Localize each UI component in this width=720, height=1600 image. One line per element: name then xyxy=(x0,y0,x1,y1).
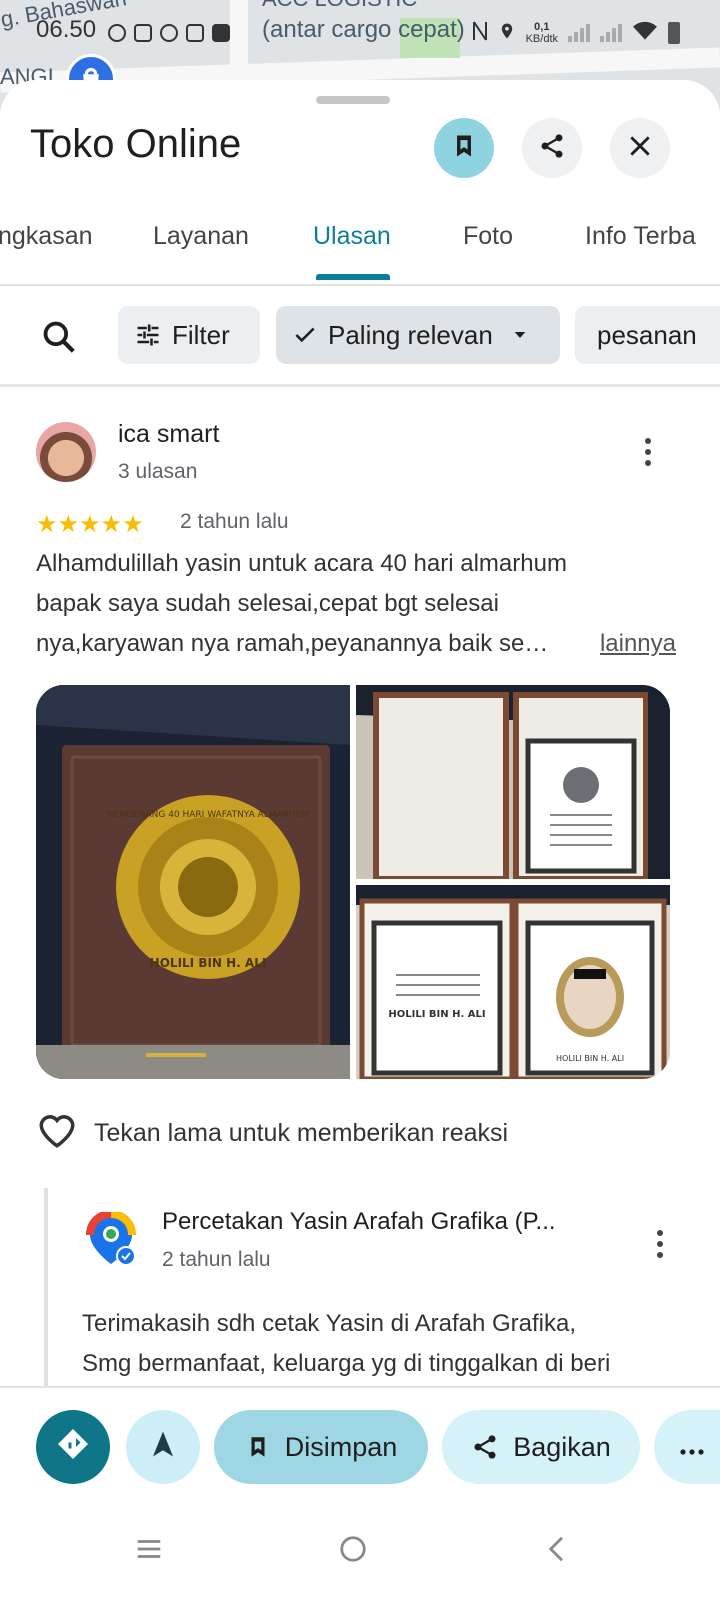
tab-layanan[interactable]: Layanan xyxy=(153,222,249,251)
review-date: 2 tahun lalu xyxy=(180,510,289,533)
owner-reply-date: 2 tahun lalu xyxy=(162,1248,271,1271)
review-photos: MENGENANG 40 HARI WAFATNYA ALMARHUM HOLI… xyxy=(36,685,670,1079)
dropdown-arrow-icon xyxy=(511,326,529,344)
bottom-action-bar: Disimpan Bagikan xyxy=(0,1386,720,1600)
read-more-link[interactable]: lainnya xyxy=(600,624,676,664)
divider xyxy=(0,384,720,387)
bookmark-icon xyxy=(450,132,478,165)
wifi-icon xyxy=(632,20,658,45)
review-text-line: nya,karyawan nya ramah,peyanannya baik s… xyxy=(36,630,549,657)
saved-button[interactable]: Disimpan xyxy=(214,1410,428,1484)
share-icon xyxy=(471,1433,499,1461)
system-nav-bar xyxy=(0,1520,720,1580)
filter-chip[interactable]: Filter xyxy=(118,306,260,364)
review-photo[interactable]: MENGENANG 40 HARI WAFATNYA ALMARHUM HOLI… xyxy=(36,685,350,1079)
screen-icon xyxy=(186,24,204,42)
review-text-line: bapak saya sudah selesai,cepat bgt seles… xyxy=(36,590,499,617)
filter-label: Filter xyxy=(172,319,230,350)
signal-icon xyxy=(600,23,622,42)
topic-chip-label: pesanan xyxy=(597,319,697,350)
status-bar: 06.50 0,1 KB/dtk xyxy=(0,10,720,54)
owner-reply-text-line: Smg bermanfaat, keluarga yg di tinggalka… xyxy=(82,1350,611,1377)
nfc-icon xyxy=(472,20,488,45)
tab-info[interactable]: Info Terba xyxy=(585,222,696,251)
sort-dropdown[interactable]: Paling relevan xyxy=(276,306,560,364)
heart-icon[interactable] xyxy=(36,1110,78,1157)
back-icon[interactable] xyxy=(542,1534,572,1569)
save-button[interactable] xyxy=(434,118,494,178)
star-rating: ★★★★★ xyxy=(36,511,144,538)
directions-icon xyxy=(55,1426,91,1469)
app-icon xyxy=(134,24,152,42)
share-label: Bagikan xyxy=(513,1431,611,1462)
navigation-arrow-icon xyxy=(148,1429,178,1466)
recent-apps-icon[interactable] xyxy=(134,1534,164,1569)
photo-cover-text: HOLILI BIN H. ALI xyxy=(150,956,267,970)
photo-page-text: HOLILI BIN H. ALI xyxy=(556,1054,624,1063)
directions-button[interactable] xyxy=(36,1410,110,1484)
openai-icon xyxy=(160,24,178,42)
close-button[interactable] xyxy=(610,118,670,178)
more-horizontal-icon xyxy=(680,1432,704,1463)
topic-chip[interactable]: pesanan xyxy=(575,306,720,364)
tab-ringkasan[interactable]: ngkasan xyxy=(0,222,93,251)
battery-icon xyxy=(668,21,680,44)
reviewer-review-count: 3 ulasan xyxy=(118,460,198,483)
tab-indicator xyxy=(316,274,390,280)
close-icon xyxy=(627,133,653,164)
place-sheet: Toko Online ngkasan Layanan Ulasan Foto … xyxy=(0,80,720,1600)
reviewer-avatar[interactable] xyxy=(36,422,96,482)
review-text: Alhamdulillah yasin untuk acara 40 hari … xyxy=(36,544,676,664)
share-icon xyxy=(538,132,566,165)
place-title: Toko Online xyxy=(30,122,242,166)
status-right: 0,1 KB/dtk xyxy=(472,20,680,45)
search-reviews-button[interactable] xyxy=(40,318,78,361)
owner-reply-text: Terimakasih sdh cetak Yasin di Arafah Gr… xyxy=(82,1304,702,1384)
google-maps-business-icon xyxy=(84,1210,138,1266)
location-icon xyxy=(498,20,516,45)
photo-cover-text: MENGENANG 40 HARI WAFATNYA ALMARHUM xyxy=(106,810,310,820)
tune-icon xyxy=(134,321,162,349)
net-speed-value: 0,1 xyxy=(534,20,550,33)
tab-foto[interactable]: Foto xyxy=(463,222,513,251)
owner-reply-text-line: Terimakasih sdh cetak Yasin di Arafah Gr… xyxy=(82,1310,577,1337)
owner-name[interactable]: Percetakan Yasin Arafah Grafika (P... xyxy=(162,1208,556,1236)
message-icon xyxy=(212,24,230,42)
reviewer-name[interactable]: ica smart xyxy=(118,420,219,449)
sort-label: Paling relevan xyxy=(328,319,493,350)
review-photo[interactable]: HOLILI BIN H. ALI HOLILI BIN H. ALI xyxy=(356,885,670,1079)
review-photo[interactable] xyxy=(356,685,670,879)
react-hint-text: Tekan lama untuk memberikan reaksi xyxy=(94,1119,509,1147)
photo-page-text: HOLILI BIN H. ALI xyxy=(388,1009,485,1020)
review-text-line: Alhamdulillah yasin untuk acara 40 hari … xyxy=(36,550,567,577)
home-icon[interactable] xyxy=(338,1534,368,1569)
net-speed-unit: KB/dtk xyxy=(525,32,558,45)
start-navigation-button[interactable] xyxy=(126,1410,200,1484)
share-pill-button[interactable]: Bagikan xyxy=(442,1410,640,1484)
bookmark-icon xyxy=(245,1434,271,1460)
notification-icons xyxy=(108,24,230,42)
tab-ulasan[interactable]: Ulasan xyxy=(313,222,391,251)
review-filter-bar: Filter Paling relevan pesanan xyxy=(0,304,720,368)
check-icon xyxy=(292,322,318,348)
search-icon xyxy=(40,321,78,360)
status-time: 06.50 xyxy=(36,16,97,43)
tab-bar: ngkasan Layanan Ulasan Foto Info Terba xyxy=(0,204,720,286)
react-hint[interactable]: Tekan lama untuk memberikan reaksi xyxy=(36,1110,508,1157)
facebook-icon xyxy=(108,24,126,42)
owner-reply: Percetakan Yasin Arafah Grafika (P... 2 … xyxy=(44,1188,720,1388)
more-actions-button[interactable] xyxy=(654,1410,720,1484)
net-speed: 0,1 KB/dtk xyxy=(526,21,558,45)
signal-icon xyxy=(568,23,590,42)
review-more-options-button[interactable] xyxy=(638,432,658,472)
share-button[interactable] xyxy=(522,118,582,178)
saved-label: Disimpan xyxy=(284,1431,398,1462)
drag-handle[interactable] xyxy=(316,96,390,104)
owner-reply-more-options-button[interactable] xyxy=(650,1224,670,1264)
